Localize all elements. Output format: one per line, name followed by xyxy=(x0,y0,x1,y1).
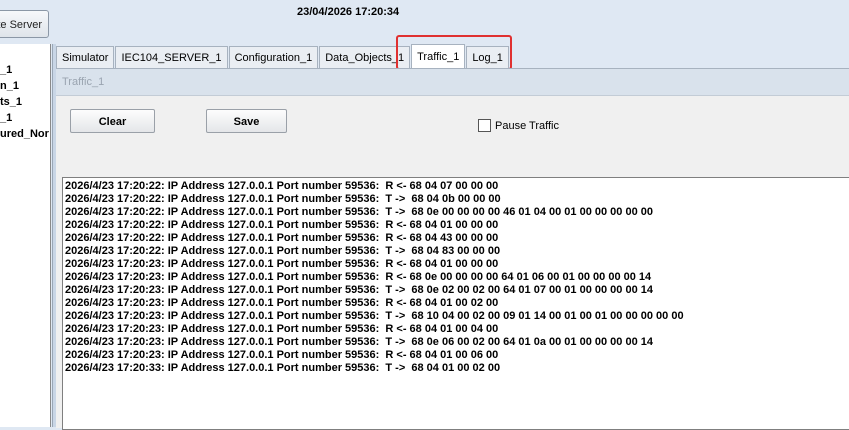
pause-traffic-checkbox[interactable] xyxy=(478,119,491,132)
log-line: 2026/4/23 17:20:23: IP Address 127.0.0.1… xyxy=(65,336,653,348)
log-line: 2026/4/23 17:20:22: IP Address 127.0.0.1… xyxy=(65,180,499,192)
tree-item[interactable]: ts_1 xyxy=(0,96,22,108)
datetime-display: 23/04/2026 17:20:34 xyxy=(297,6,400,18)
tab-iec104-server[interactable]: IEC104_SERVER_1 xyxy=(115,46,228,68)
log-line: 2026/4/23 17:20:23: IP Address 127.0.0.1… xyxy=(65,323,499,335)
tab-simulator[interactable]: Simulator xyxy=(56,46,115,68)
log-line: 2026/4/23 17:20:22: IP Address 127.0.0.1… xyxy=(65,193,501,205)
pause-traffic-option[interactable]: Pause Traffic xyxy=(478,119,559,132)
log-line: 2026/4/23 17:20:33: IP Address 127.0.0.1… xyxy=(65,362,501,374)
log-line: 2026/4/23 17:20:23: IP Address 127.0.0.1… xyxy=(65,297,499,309)
panel-title: Traffic_1 xyxy=(62,76,105,88)
tree-item[interactable]: ured_Nor xyxy=(0,128,49,140)
tab-log[interactable]: Log_1 xyxy=(466,46,509,68)
object-tree[interactable]: _1 n_1 ts_1 _1 ured_Nor xyxy=(0,44,51,427)
log-line: 2026/4/23 17:20:23: IP Address 127.0.0.1… xyxy=(65,258,499,270)
traffic-panel: Traffic_1 Clear Save Pause Traffic 2026/… xyxy=(56,68,849,430)
tree-item[interactable]: _1 xyxy=(0,112,12,124)
tab-traffic[interactable]: Traffic_1 xyxy=(411,44,466,68)
server-button[interactable]: te Server xyxy=(0,10,49,38)
tab-bar: Simulator IEC104_SERVER_1 Configuration_… xyxy=(56,44,510,68)
pause-traffic-label: Pause Traffic xyxy=(495,119,559,132)
traffic-log[interactable]: 2026/4/23 17:20:22: IP Address 127.0.0.1… xyxy=(62,177,849,430)
log-line: 2026/4/23 17:20:22: IP Address 127.0.0.1… xyxy=(65,219,499,231)
log-line: 2026/4/23 17:20:23: IP Address 127.0.0.1… xyxy=(65,349,499,361)
tree-item[interactable]: _1 xyxy=(0,64,12,76)
tab-configuration[interactable]: Configuration_1 xyxy=(228,46,319,68)
tree-item[interactable]: n_1 xyxy=(0,80,19,92)
tab-data-objects[interactable]: Data_Objects_1 xyxy=(319,46,411,68)
log-line: 2026/4/23 17:20:22: IP Address 127.0.0.1… xyxy=(65,245,501,257)
log-line: 2026/4/23 17:20:23: IP Address 127.0.0.1… xyxy=(65,271,652,283)
log-line: 2026/4/23 17:20:22: IP Address 127.0.0.1… xyxy=(65,206,653,218)
log-line: 2026/4/23 17:20:23: IP Address 127.0.0.1… xyxy=(65,284,653,296)
save-button[interactable]: Save xyxy=(206,109,287,133)
log-line: 2026/4/23 17:20:23: IP Address 127.0.0.1… xyxy=(65,310,684,322)
panel-header: Traffic_1 xyxy=(56,69,849,96)
clear-button[interactable]: Clear xyxy=(70,109,155,133)
log-line: 2026/4/23 17:20:22: IP Address 127.0.0.1… xyxy=(65,232,499,244)
